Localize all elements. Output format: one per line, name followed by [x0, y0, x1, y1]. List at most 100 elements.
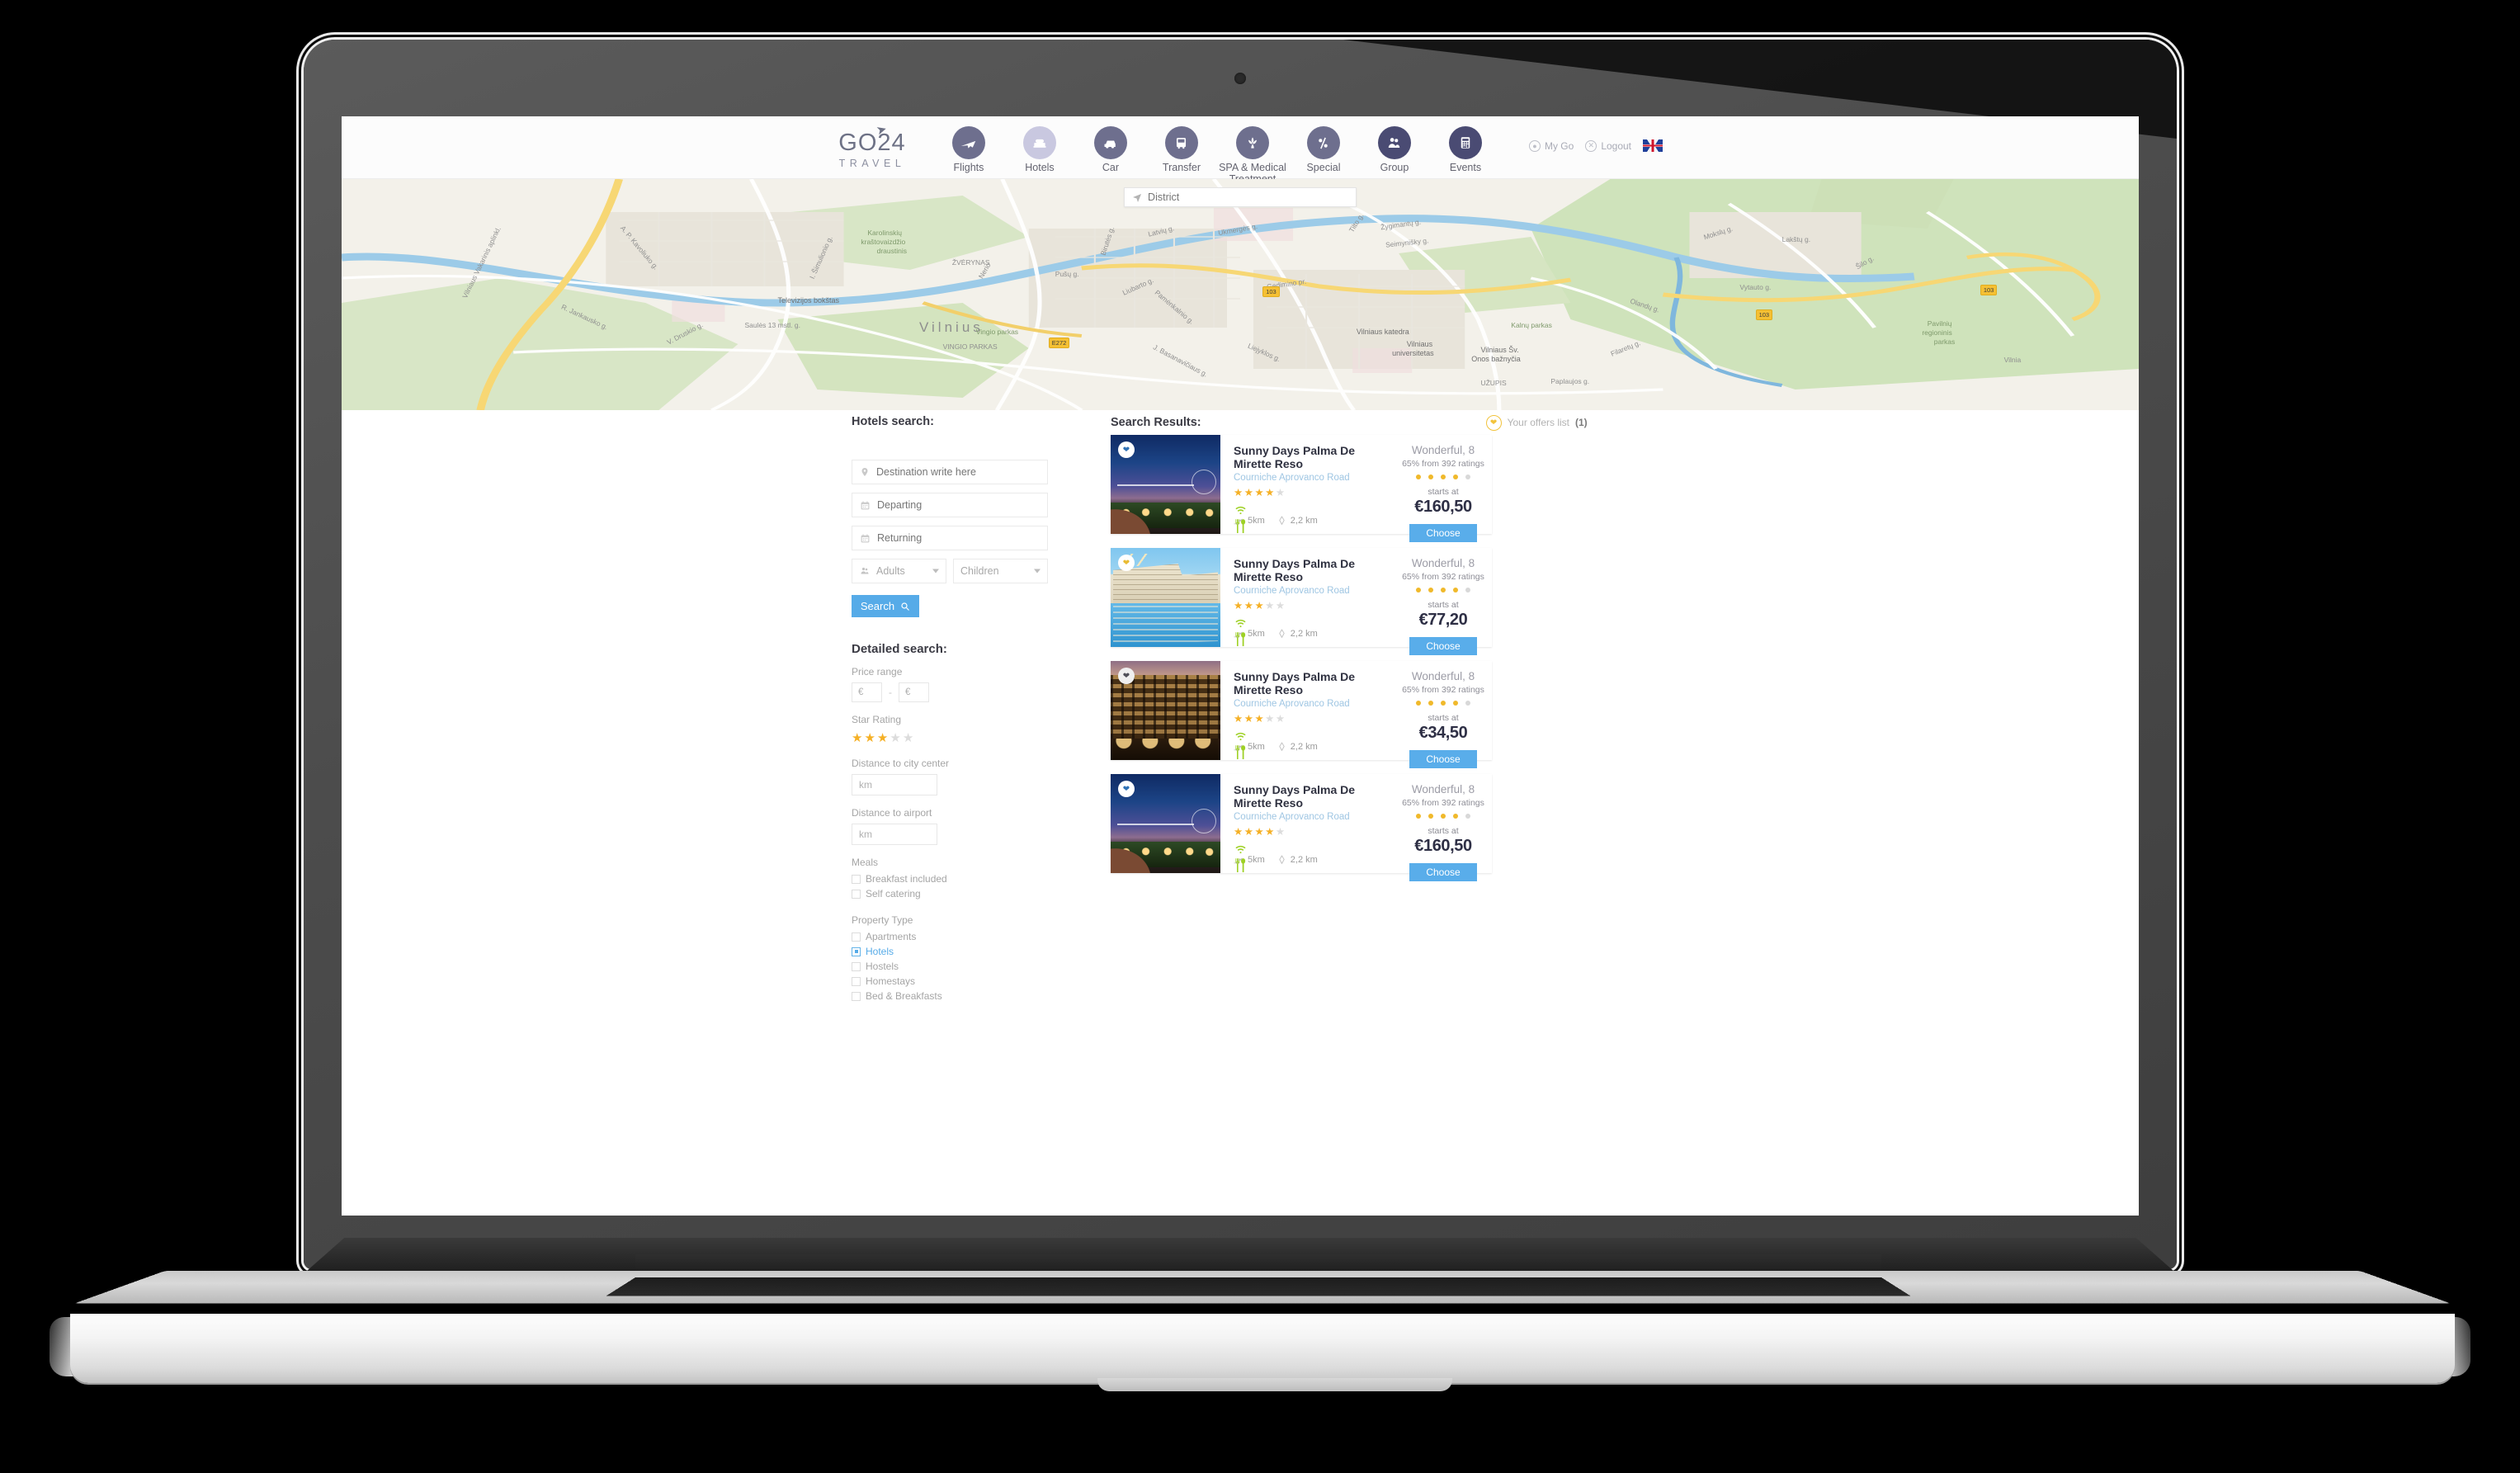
- base-front: [70, 1314, 2455, 1383]
- checkbox-icon[interactable]: [852, 976, 861, 986]
- rating-dot: [1441, 814, 1446, 819]
- checkbox-icon[interactable]: [852, 961, 861, 971]
- close-circle-icon: ✕: [1585, 139, 1597, 152]
- nav-item-spa-medical[interactable]: SPA & Medical Treatment: [1217, 121, 1288, 186]
- property-type-option-2[interactable]: Hostels: [852, 961, 1048, 972]
- choose-button[interactable]: Choose: [1409, 750, 1477, 768]
- distance-center-value: 2,2 km: [1290, 516, 1318, 526]
- returning-input[interactable]: [877, 532, 1040, 544]
- star-icon: ★: [1234, 826, 1243, 838]
- favorite-heart-icon[interactable]: ❤: [1118, 668, 1135, 684]
- map-district-search[interactable]: [1124, 187, 1357, 207]
- property-type-option-4[interactable]: Bed & Breakfasts: [852, 990, 1048, 1002]
- hotel-photo[interactable]: ❤: [1111, 435, 1220, 534]
- favorite-heart-icon[interactable]: ❤: [1118, 441, 1135, 458]
- hotel-photo[interactable]: ❤: [1111, 774, 1220, 873]
- meals-option-0[interactable]: Breakfast included: [852, 873, 1048, 885]
- site-header: ➤ GO24 TRAVEL Flights Hotels Car Transfe…: [342, 116, 2139, 185]
- rating-dot: [1428, 814, 1433, 819]
- checkbox-icon[interactable]: [852, 874, 861, 884]
- nav-item-special[interactable]: Special: [1288, 121, 1359, 173]
- hotel-photo[interactable]: ❤: [1111, 548, 1220, 647]
- hotel-name[interactable]: Sunny Days Palma De Mirette Reso: [1234, 670, 1394, 696]
- hotel-result-card[interactable]: ❤ Sunny Days Palma De Mirette Reso Cournic…: [1111, 774, 1492, 881]
- hotel-name[interactable]: Sunny Days Palma De Mirette Reso: [1234, 557, 1394, 583]
- checkbox-icon[interactable]: [852, 932, 861, 942]
- adults-label: Adults: [876, 565, 905, 577]
- property-type-option-0[interactable]: Apartments: [852, 931, 1048, 942]
- favorite-heart-icon[interactable]: ❤: [1118, 781, 1135, 797]
- hotel-address: Courniche Aprovanco Road: [1234, 586, 1350, 596]
- nav-item-group[interactable]: Group: [1359, 121, 1430, 173]
- star-icon[interactable]: ★: [903, 730, 913, 745]
- district-input[interactable]: [1148, 191, 1348, 203]
- star-icon[interactable]: ★: [877, 730, 888, 745]
- star-icon[interactable]: ★: [890, 730, 900, 745]
- starts-at-label: starts at: [1428, 487, 1459, 497]
- nav-item-car[interactable]: Car: [1075, 121, 1146, 173]
- price-max-input[interactable]: €: [899, 682, 929, 702]
- property-type-option-1[interactable]: Hotels: [852, 946, 1048, 957]
- uk-flag-icon[interactable]: [1643, 139, 1663, 152]
- distance-center-value: 2,2 km: [1290, 742, 1318, 752]
- destination-input[interactable]: [876, 466, 1040, 478]
- checkbox-checked-icon[interactable]: [852, 947, 861, 956]
- hotel-name[interactable]: Sunny Days Palma De Mirette Reso: [1234, 444, 1394, 470]
- choose-button[interactable]: Choose: [1409, 524, 1477, 542]
- choose-button[interactable]: Choose: [1409, 863, 1477, 881]
- search-button[interactable]: Search: [852, 595, 919, 617]
- star-rating-filter[interactable]: ★ ★ ★ ★ ★: [852, 730, 1048, 745]
- destination-field[interactable]: [852, 460, 1048, 484]
- hotel-result-card[interactable]: ❤ Sunny Days Palma De Mirette Reso Cournic…: [1111, 661, 1492, 768]
- favorite-heart-icon[interactable]: ❤: [1118, 555, 1135, 571]
- star-icon: ★: [1265, 826, 1275, 838]
- adults-select[interactable]: Adults: [852, 559, 946, 583]
- property-type-option-3[interactable]: Homestays: [852, 975, 1048, 987]
- airport-input[interactable]: km: [852, 824, 937, 845]
- rating-dot: [1428, 474, 1433, 479]
- review-score: Wonderful, 8: [1411, 783, 1475, 796]
- logout-link[interactable]: ✕ Logout: [1585, 139, 1631, 152]
- your-offers-list[interactable]: ❤ Your offers list (1): [1485, 414, 1588, 431]
- review-dots: [1394, 588, 1492, 593]
- nav-item-transfer[interactable]: Transfer: [1146, 121, 1217, 173]
- hotel-result-card[interactable]: ❤ Sunny Days Palma De Mirette Reso Cournic…: [1111, 548, 1492, 655]
- results-title: Search Results:: [1111, 416, 1201, 429]
- rating-dot: [1441, 701, 1446, 706]
- hotel-star-rating: ★ ★ ★ ★ ★: [1234, 712, 1394, 725]
- distance-airport: 5km: [1234, 742, 1265, 752]
- departing-field[interactable]: [852, 493, 1048, 517]
- checkbox-icon[interactable]: [852, 991, 861, 1001]
- hotel-photo[interactable]: ❤: [1111, 661, 1220, 760]
- hotel-name[interactable]: Sunny Days Palma De Mirette Reso: [1234, 783, 1394, 810]
- map-panel[interactable]: Vilnius Vilniaus Vakarinis aplinkl.A. P.…: [342, 179, 2139, 410]
- hotel-price: €160,50: [1414, 837, 1472, 855]
- hotel-result-card[interactable]: ❤ Sunny Days Palma De Mirette Reso Cournic…: [1111, 435, 1492, 542]
- nav-item-events[interactable]: Events: [1430, 121, 1501, 173]
- city-center-input[interactable]: km: [852, 774, 937, 796]
- checkbox-icon[interactable]: [852, 889, 861, 899]
- nav-item-hotels[interactable]: Hotels: [1004, 121, 1075, 173]
- checkbox-label: Homestays: [866, 975, 916, 987]
- browser-viewport: ➤ GO24 TRAVEL Flights Hotels Car Transfe…: [342, 116, 2139, 1216]
- rating-dot: [1428, 588, 1433, 593]
- brand-logo[interactable]: ➤ GO24 TRAVEL: [818, 121, 927, 169]
- meals-option-1[interactable]: Self catering: [852, 888, 1048, 899]
- choose-button[interactable]: Choose: [1409, 637, 1477, 655]
- search-button-label: Search: [860, 600, 895, 612]
- departing-input[interactable]: [877, 499, 1040, 511]
- my-go-link[interactable]: ● My Go: [1528, 139, 1574, 152]
- nav-item-flights[interactable]: Flights: [933, 121, 1004, 173]
- distance-center-value: 2,2 km: [1290, 855, 1318, 865]
- spa-flower-icon: [1235, 126, 1269, 159]
- hotel-star-rating: ★ ★ ★ ★ ★: [1234, 825, 1394, 838]
- star-icon: ★: [1243, 487, 1253, 498]
- star-icon[interactable]: ★: [852, 730, 862, 745]
- hotel-price-block: Wonderful, 8 65% from 392 ratings starts a…: [1394, 435, 1492, 542]
- star-icon[interactable]: ★: [864, 730, 875, 745]
- price-min-input[interactable]: €: [852, 682, 882, 702]
- logo-text: GO24: [838, 130, 906, 156]
- children-select[interactable]: Children: [953, 559, 1048, 583]
- starts-at-label: starts at: [1428, 826, 1459, 836]
- returning-field[interactable]: [852, 526, 1048, 550]
